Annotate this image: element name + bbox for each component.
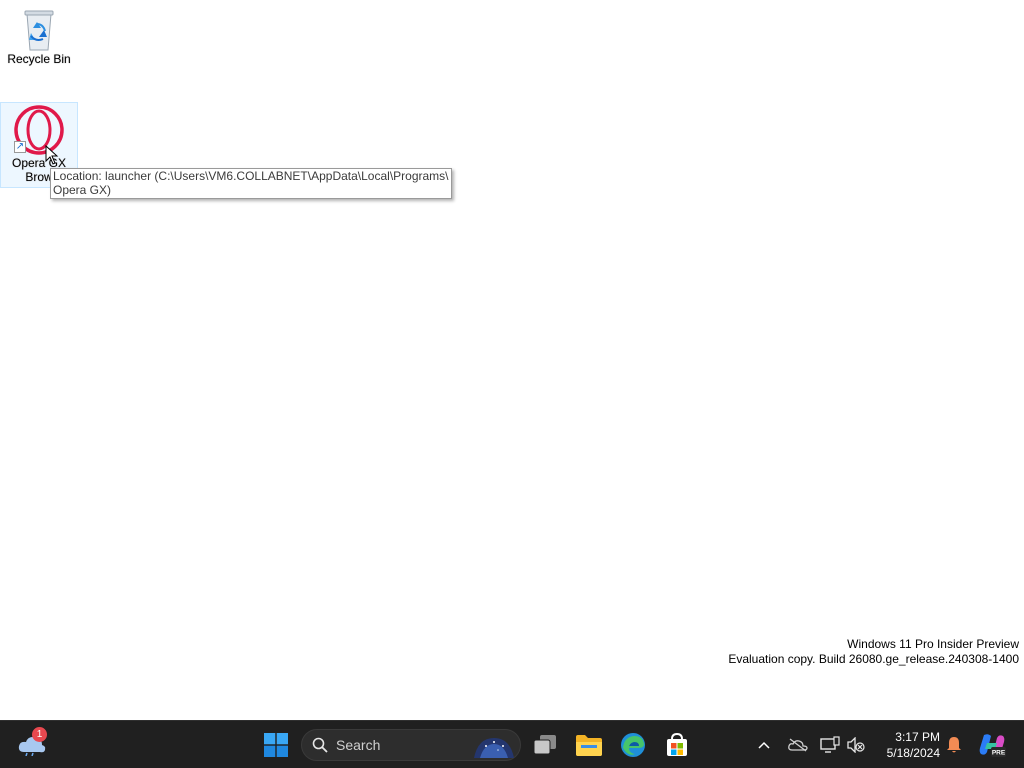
microsoft-store-icon — [667, 732, 687, 756]
weather-widget-button[interactable]: 1 — [12, 725, 52, 765]
edge-icon — [621, 733, 645, 757]
volume-tray-button[interactable] — [842, 725, 870, 765]
file-explorer-button[interactable] — [569, 725, 609, 765]
bell-icon — [947, 737, 961, 753]
mouse-cursor-icon — [45, 145, 59, 165]
clock-time: 3:17 PM — [895, 730, 940, 744]
tooltip-line2: Opera GX) — [53, 183, 112, 197]
task-view-icon — [533, 735, 556, 755]
opera-gx-label-line2: Brow — [25, 170, 53, 184]
copilot-badge: PRE — [992, 750, 1006, 757]
windows-watermark: Windows 11 Pro Insider Preview Evaluatio… — [728, 637, 1019, 667]
copilot-icon: PRE — [979, 734, 1006, 757]
task-view-button[interactable] — [525, 725, 565, 765]
search-highlight-icon — [474, 738, 514, 758]
windows-logo-icon — [264, 733, 288, 757]
copilot-button[interactable]: PRE — [972, 725, 1012, 765]
notifications-button[interactable] — [936, 725, 972, 765]
desktop: Recycle Bin ↗ Opera GX Brow Location: la… — [0, 0, 1024, 720]
opera-gx-label-line1: Opera — [11, 156, 46, 170]
clock-date: 5/18/2024 — [886, 746, 940, 760]
recycle-bin-icon — [24, 10, 54, 51]
network-icon — [820, 736, 840, 753]
edge-button[interactable] — [613, 725, 653, 765]
watermark-line1: Windows 11 Pro Insider Preview — [847, 637, 1019, 651]
search-box[interactable]: Search — [301, 729, 521, 761]
search-placeholder: Search — [336, 737, 381, 753]
watermark-line2: Evaluation copy. Build 26080.ge_release.… — [728, 652, 1019, 666]
network-tray-button[interactable] — [816, 725, 844, 765]
recycle-bin-label: Recycle Bin — [7, 52, 71, 66]
start-button[interactable] — [256, 725, 296, 765]
microsoft-store-button[interactable] — [657, 725, 697, 765]
search-icon — [312, 737, 328, 753]
location-tooltip: Location: launcher (C:\Users\VM6.COLLABN… — [50, 168, 452, 199]
file-explorer-icon — [576, 735, 602, 756]
onedrive-tray-button[interactable] — [784, 725, 812, 765]
onedrive-offline-icon — [788, 738, 808, 752]
taskbar: 1 Search 3:17 PM 5/18/2024 PRE — [0, 720, 1024, 768]
show-hidden-icons-button[interactable] — [752, 725, 776, 765]
shortcut-arrow-icon: ↗ — [14, 141, 26, 153]
desktop-icon-recycle-bin[interactable]: Recycle Bin — [0, 6, 78, 66]
chevron-up-icon — [758, 741, 770, 749]
tooltip-line1: Location: launcher (C:\Users\VM6.COLLABN… — [53, 169, 449, 183]
volume-muted-icon — [847, 737, 865, 753]
weather-badge: 1 — [32, 727, 47, 742]
